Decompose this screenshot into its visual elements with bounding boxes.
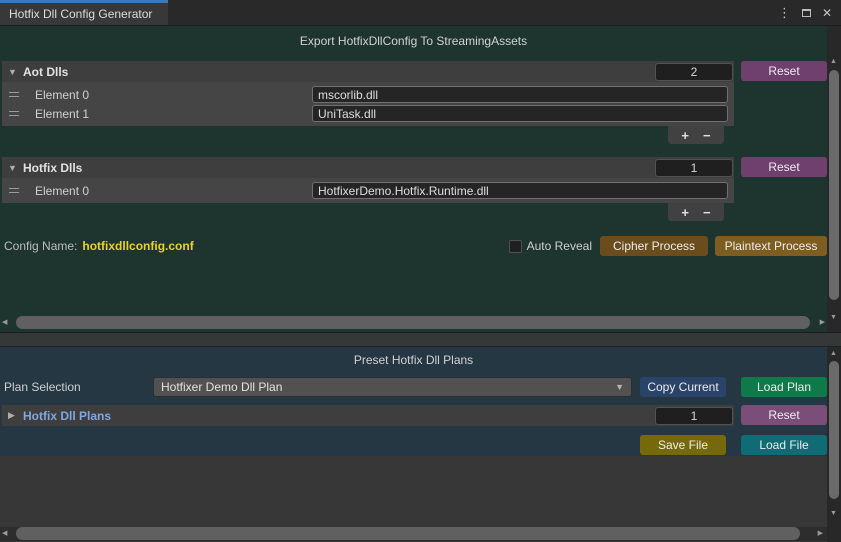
window-tab-bar: Hotfix Dll Config Generator ⋮ ✕: [0, 0, 841, 26]
foldout-closed-icon[interactable]: ▶: [8, 410, 18, 421]
copy-current-button[interactable]: Copy Current: [640, 377, 726, 397]
aot-reset-button[interactable]: Reset: [741, 61, 827, 81]
scroll-right-icon[interactable]: ▶: [820, 319, 825, 326]
foldout-open-icon[interactable]: ▼: [8, 67, 18, 77]
hotfix-dlls-header[interactable]: ▼ Hotfix Dlls: [2, 157, 734, 178]
auto-reveal-label: Auto Reveal: [527, 239, 592, 253]
cipher-process-button[interactable]: Cipher Process: [600, 236, 708, 256]
scroll-left-icon[interactable]: ◀: [2, 319, 7, 326]
plan-dropdown-value: Hotfixer Demo Dll Plan: [161, 380, 282, 394]
export-panel: Export HotfixDllConfig To StreamingAsset…: [0, 26, 827, 332]
tab-title: Hotfix Dll Config Generator: [9, 7, 152, 21]
hotfix-reset-button[interactable]: Reset: [741, 157, 827, 177]
top-horizontal-scrollbar[interactable]: ◀ ▶: [0, 316, 827, 329]
drag-handle-icon[interactable]: [9, 188, 19, 193]
export-panel-title: Export HotfixDllConfig To StreamingAsset…: [0, 26, 827, 48]
hotfix-list-footer: + −: [668, 203, 724, 221]
close-icon[interactable]: ✕: [822, 7, 832, 19]
preset-panel-title: Preset Hotfix Dll Plans: [0, 347, 827, 367]
scroll-left-icon[interactable]: ◀: [2, 530, 7, 537]
scroll-up-icon[interactable]: ▲: [830, 58, 837, 65]
maximize-icon[interactable]: [802, 9, 811, 17]
hotfix-dlls-header-row: ▼ Hotfix Dlls Reset: [0, 157, 827, 178]
hotfix-dll-plans-row: ▶ Hotfix Dll Plans Reset: [0, 405, 827, 426]
plaintext-process-button[interactable]: Plaintext Process: [715, 236, 827, 256]
plans-count-field[interactable]: [655, 407, 733, 425]
hotfix-dlls-count-field[interactable]: [655, 159, 733, 177]
scrollbar-corner: [827, 525, 841, 542]
file-buttons-row: Save File Load File: [0, 435, 827, 455]
hotfix-element-0-field[interactable]: [312, 182, 728, 199]
hotfix-list-footer-row: + −: [2, 203, 734, 221]
aot-dlls-count-field[interactable]: [655, 63, 733, 81]
load-plan-button[interactable]: Load Plan: [741, 377, 827, 397]
config-name-label: Config Name:: [4, 239, 77, 253]
scrollbar-thumb[interactable]: [829, 361, 839, 499]
load-file-button[interactable]: Load File: [741, 435, 827, 455]
preset-panel-empty-area: [0, 456, 827, 527]
auto-reveal-checkbox[interactable]: [509, 240, 522, 253]
aot-dlls-list: Element 0 Element 1: [2, 82, 734, 126]
plans-reset-button[interactable]: Reset: [741, 405, 827, 425]
scroll-up-icon[interactable]: ▲: [830, 350, 837, 357]
tab-hotfix-dll-config-generator[interactable]: Hotfix Dll Config Generator: [0, 0, 168, 25]
aot-element-0-field[interactable]: [312, 86, 728, 103]
add-element-button[interactable]: +: [681, 129, 689, 142]
save-file-button[interactable]: Save File: [640, 435, 726, 455]
preset-panel: Preset Hotfix Dll Plans Plan Selection H…: [0, 347, 827, 456]
scroll-right-icon[interactable]: ▶: [818, 530, 823, 537]
aot-dlls-header[interactable]: ▼ Aot Dlls: [2, 61, 734, 82]
list-element-row[interactable]: Element 0: [2, 85, 734, 104]
panel-splitter[interactable]: [0, 332, 841, 347]
export-panel-region: Export HotfixDllConfig To StreamingAsset…: [0, 26, 841, 332]
drag-handle-icon[interactable]: [9, 92, 19, 97]
scroll-down-icon[interactable]: ▼: [830, 510, 837, 517]
hotfix-dlls-label: Hotfix Dlls: [23, 161, 655, 175]
bottom-horizontal-scrollbar[interactable]: ◀ ▶: [0, 527, 827, 541]
scrollbar-thumb[interactable]: [16, 527, 800, 540]
element-label: Element 1: [35, 107, 312, 121]
add-element-button[interactable]: +: [681, 206, 689, 219]
scroll-down-icon[interactable]: ▼: [830, 314, 837, 321]
drag-handle-icon[interactable]: [9, 111, 19, 116]
aot-dlls-header-row: ▼ Aot Dlls Reset: [0, 61, 827, 82]
config-name-row: Config Name: hotfixdllconfig.conf Auto R…: [0, 236, 827, 256]
plan-selection-dropdown[interactable]: Hotfixer Demo Dll Plan ▼: [153, 377, 632, 397]
dropdown-arrow-icon: ▼: [615, 382, 624, 392]
scrollbar-thumb[interactable]: [829, 70, 839, 300]
element-label: Element 0: [35, 184, 312, 198]
hotfix-dll-plans-label: Hotfix Dll Plans: [23, 409, 655, 423]
window-controls: ⋮ ✕: [778, 0, 841, 25]
remove-element-button[interactable]: −: [703, 129, 711, 142]
aot-element-1-field[interactable]: [312, 105, 728, 122]
hotfix-dll-plans-header[interactable]: ▶ Hotfix Dll Plans: [2, 405, 734, 426]
top-vertical-scrollbar[interactable]: ▲ ▼: [827, 26, 841, 332]
plan-selection-row: Plan Selection Hotfixer Demo Dll Plan ▼ …: [0, 377, 827, 397]
list-element-row[interactable]: Element 0: [2, 181, 734, 200]
remove-element-button[interactable]: −: [703, 206, 711, 219]
window-menu-icon[interactable]: ⋮: [778, 6, 791, 19]
element-label: Element 0: [35, 88, 312, 102]
config-name-value: hotfixdllconfig.conf: [82, 239, 508, 253]
aot-list-footer-row: + −: [2, 126, 734, 144]
scrollbar-thumb[interactable]: [16, 316, 810, 329]
foldout-open-icon[interactable]: ▼: [8, 163, 18, 173]
plan-selection-label: Plan Selection: [4, 380, 153, 394]
preset-panel-region: Preset Hotfix Dll Plans Plan Selection H…: [0, 347, 841, 542]
list-element-row[interactable]: Element 1: [2, 104, 734, 123]
hotfix-dlls-list: Element 0: [2, 178, 734, 203]
bottom-vertical-scrollbar[interactable]: ▲ ▼: [827, 347, 841, 525]
aot-list-footer: + −: [668, 126, 724, 144]
aot-dlls-label: Aot Dlls: [23, 65, 655, 79]
